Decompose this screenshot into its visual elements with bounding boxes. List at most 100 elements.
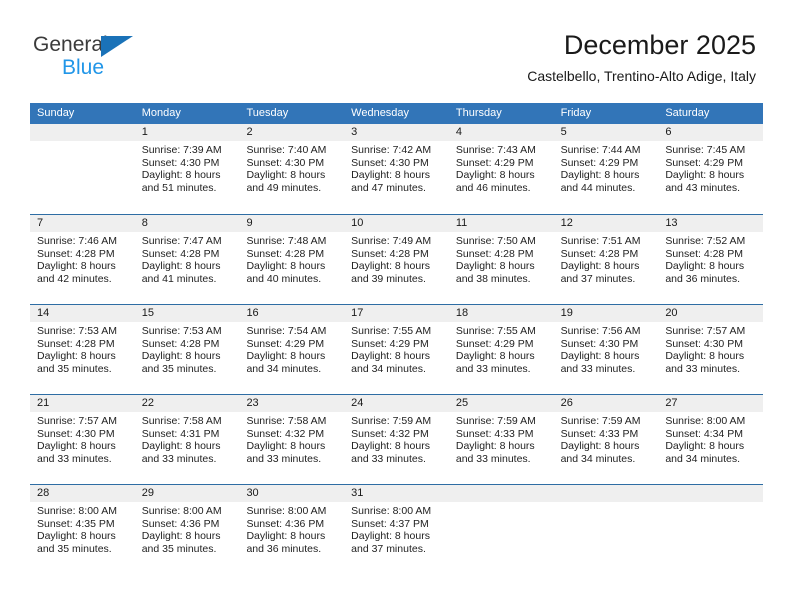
day-detail-lines: Sunrise: 7:53 AM Sunset: 4:28 PM Daylight:… <box>37 325 132 375</box>
calendar-day-cell[interactable]: 29 Sunrise: 8:00 AM Sunset: 4:36 PM Dayligh… <box>135 485 240 574</box>
calendar-day-cell[interactable]: 23 Sunrise: 7:58 AM Sunset: 4:32 PM Dayligh… <box>239 395 344 484</box>
calendar-day-cell[interactable]: 22 Sunrise: 7:58 AM Sunset: 4:31 PM Dayligh… <box>135 395 240 484</box>
calendar-day-cell[interactable]: 16 Sunrise: 7:54 AM Sunset: 4:29 PM Dayligh… <box>239 305 344 394</box>
page-header: General Blue December 2025 Castelbello, … <box>0 0 792 100</box>
day-number <box>37 124 132 141</box>
calendar-day-cell[interactable]: 25 Sunrise: 7:59 AM Sunset: 4:33 PM Dayligh… <box>449 395 554 484</box>
day-number: 16 <box>246 307 259 319</box>
day-detail-line: Sunrise: 7:56 AM <box>560 325 641 337</box>
calendar-day-cell[interactable]: 10 Sunrise: 7:49 AM Sunset: 4:28 PM Dayligh… <box>344 215 449 304</box>
weekday-header-wednesday: Wednesday <box>351 107 410 119</box>
calendar-day-cell[interactable]: 21 Sunrise: 7:57 AM Sunset: 4:30 PM Dayligh… <box>30 395 135 484</box>
calendar-day-cell[interactable]: 20 Sunrise: 7:57 AM Sunset: 4:30 PM Dayligh… <box>658 305 763 394</box>
day-detail-line: Sunset: 4:28 PM <box>455 247 534 260</box>
day-detail-line: Sunrise: 8:00 AM <box>141 505 222 517</box>
calendar-week-cells: 28 Sunrise: 8:00 AM Sunset: 4:35 PM Dayligh… <box>30 485 763 574</box>
day-detail-line: Sunrise: 7:39 AM <box>141 144 222 156</box>
calendar-empty-cell <box>658 485 763 574</box>
calendar-day-cell[interactable]: 13 Sunrise: 7:52 AM Sunset: 4:28 PM Dayligh… <box>658 215 763 304</box>
day-detail-lines: Sunrise: 7:55 AM Sunset: 4:29 PM Daylight:… <box>351 325 446 375</box>
day-detail-line: Sunrise: 7:50 AM <box>455 235 536 247</box>
calendar-day-cell[interactable]: 26 Sunrise: 7:59 AM Sunset: 4:33 PM Dayligh… <box>554 395 659 484</box>
calendar-week-row: 1 Sunrise: 7:39 AM Sunset: 4:30 PM Daylight… <box>30 124 763 214</box>
brand-logo[interactable]: General Blue <box>33 33 223 83</box>
calendar-week-cells: 1 Sunrise: 7:39 AM Sunset: 4:30 PM Daylight… <box>30 124 763 214</box>
day-detail-lines: Sunrise: 7:57 AM Sunset: 4:30 PM Daylight:… <box>37 415 132 465</box>
day-number: 12 <box>560 217 573 229</box>
day-detail-line: Sunrise: 8:00 AM <box>665 415 746 427</box>
day-detail-line: and 36 minutes. <box>665 272 741 285</box>
day-detail-line: Sunrise: 7:59 AM <box>351 415 432 427</box>
day-detail-line: and 33 minutes. <box>141 452 217 465</box>
day-detail-line: Daylight: 8 hours <box>560 440 640 453</box>
day-detail-lines: Sunrise: 7:48 AM Sunset: 4:28 PM Daylight:… <box>246 235 341 285</box>
day-detail-lines: Sunrise: 8:00 AM Sunset: 4:36 PM Daylight:… <box>142 505 237 555</box>
day-detail-lines: Sunrise: 7:53 AM Sunset: 4:28 PM Daylight:… <box>142 325 237 375</box>
day-detail-lines: Sunrise: 7:59 AM Sunset: 4:33 PM Daylight:… <box>456 415 551 465</box>
calendar-week-row: 14 Sunrise: 7:53 AM Sunset: 4:28 PM Dayligh… <box>30 304 763 394</box>
day-detail-line: Sunset: 4:37 PM <box>351 517 429 530</box>
day-detail-line: and 51 minutes. <box>141 181 217 194</box>
calendar-day-cell[interactable]: 6 Sunrise: 7:45 AM Sunset: 4:29 PM Daylight… <box>658 124 763 214</box>
day-detail-line: Sunrise: 7:45 AM <box>665 144 746 156</box>
day-detail-line: Daylight: 8 hours <box>37 350 116 363</box>
day-number: 24 <box>351 397 364 409</box>
calendar-day-cell[interactable]: 31 Sunrise: 8:00 AM Sunset: 4:37 PM Dayligh… <box>344 485 449 574</box>
day-number: 26 <box>560 397 573 409</box>
calendar-day-cell[interactable]: 30 Sunrise: 8:00 AM Sunset: 4:36 PM Dayligh… <box>239 485 344 574</box>
brand-name-general: General <box>33 33 108 56</box>
day-detail-line: Daylight: 8 hours <box>246 169 326 182</box>
day-detail-line: Daylight: 8 hours <box>351 260 430 273</box>
day-detail-lines: Sunrise: 7:46 AM Sunset: 4:28 PM Daylight:… <box>37 235 132 285</box>
calendar-day-cell[interactable]: 3 Sunrise: 7:42 AM Sunset: 4:30 PM Daylight… <box>344 124 449 214</box>
calendar-day-cell[interactable]: 27 Sunrise: 8:00 AM Sunset: 4:34 PM Dayligh… <box>658 395 763 484</box>
day-detail-line: Sunrise: 7:47 AM <box>141 235 222 247</box>
day-number: 23 <box>246 397 259 409</box>
day-detail-lines: Sunrise: 7:58 AM Sunset: 4:32 PM Daylight:… <box>246 415 341 465</box>
day-number: 3 <box>351 126 358 138</box>
calendar-week-cells: 7 Sunrise: 7:46 AM Sunset: 4:28 PM Daylight… <box>30 215 763 304</box>
day-detail-lines: Sunrise: 7:59 AM Sunset: 4:32 PM Daylight:… <box>351 415 446 465</box>
day-number: 7 <box>37 217 44 229</box>
day-detail-line: Sunrise: 7:42 AM <box>351 144 432 156</box>
calendar-day-cell[interactable]: 24 Sunrise: 7:59 AM Sunset: 4:32 PM Dayligh… <box>344 395 449 484</box>
title-block: December 2025 Castelbello, Trentino-Alto… <box>527 29 756 86</box>
day-number: 18 <box>455 307 469 319</box>
calendar-day-cell[interactable]: 14 Sunrise: 7:53 AM Sunset: 4:28 PM Dayligh… <box>30 305 135 394</box>
calendar-day-cell[interactable]: 7 Sunrise: 7:46 AM Sunset: 4:28 PM Daylight… <box>30 215 135 304</box>
day-detail-line: Sunset: 4:29 PM <box>351 337 429 350</box>
calendar-day-cell[interactable]: 8 Sunrise: 7:47 AM Sunset: 4:28 PM Daylight… <box>135 215 240 304</box>
day-detail-line: Sunset: 4:28 PM <box>665 247 743 260</box>
day-detail-line: Sunrise: 8:00 AM <box>351 505 432 517</box>
day-number: 20 <box>665 307 678 319</box>
day-detail-line: Daylight: 8 hours <box>455 260 535 273</box>
calendar-day-cell[interactable]: 28 Sunrise: 8:00 AM Sunset: 4:35 PM Dayligh… <box>30 485 135 574</box>
day-detail-line: Sunrise: 7:49 AM <box>351 235 432 247</box>
day-detail-lines: Sunrise: 7:49 AM Sunset: 4:28 PM Daylight:… <box>351 235 446 285</box>
day-detail-line: and 34 minutes. <box>246 362 322 375</box>
calendar-day-cell[interactable]: 15 Sunrise: 7:53 AM Sunset: 4:28 PM Dayligh… <box>135 305 240 394</box>
day-detail-line: and 36 minutes. <box>246 542 322 555</box>
day-number: 25 <box>455 397 469 409</box>
calendar-day-cell[interactable]: 17 Sunrise: 7:55 AM Sunset: 4:29 PM Dayligh… <box>344 305 449 394</box>
day-detail-line: and 47 minutes. <box>351 181 426 194</box>
day-detail-line: Daylight: 8 hours <box>141 530 221 543</box>
day-detail-line: Daylight: 8 hours <box>560 260 640 273</box>
day-detail-line: Sunset: 4:34 PM <box>665 427 743 440</box>
day-detail-line: Daylight: 8 hours <box>141 350 221 363</box>
calendar-day-cell[interactable]: 11 Sunrise: 7:50 AM Sunset: 4:28 PM Dayligh… <box>449 215 554 304</box>
calendar-day-cell[interactable]: 18 Sunrise: 7:55 AM Sunset: 4:29 PM Dayligh… <box>449 305 554 394</box>
calendar-day-cell[interactable]: 1 Sunrise: 7:39 AM Sunset: 4:30 PM Daylight… <box>135 124 240 214</box>
calendar-day-cell[interactable]: 12 Sunrise: 7:51 AM Sunset: 4:28 PM Dayligh… <box>554 215 659 304</box>
day-detail-line: and 33 minutes. <box>37 452 112 465</box>
weekday-header-friday: Friday <box>560 107 592 119</box>
day-detail-line: Daylight: 8 hours <box>246 350 326 363</box>
calendar-day-cell[interactable]: 5 Sunrise: 7:44 AM Sunset: 4:29 PM Daylight… <box>554 124 659 214</box>
day-detail-line: Sunset: 4:28 PM <box>37 247 115 260</box>
calendar-day-cell[interactable]: 4 Sunrise: 7:43 AM Sunset: 4:29 PM Daylight… <box>449 124 554 214</box>
calendar-day-cell[interactable]: 9 Sunrise: 7:48 AM Sunset: 4:28 PM Daylight… <box>239 215 344 304</box>
day-detail-line: Daylight: 8 hours <box>37 260 116 273</box>
day-detail-line: Daylight: 8 hours <box>351 169 430 182</box>
calendar-day-cell[interactable]: 2 Sunrise: 7:40 AM Sunset: 4:30 PM Daylight… <box>239 124 344 214</box>
calendar-day-cell[interactable]: 19 Sunrise: 7:56 AM Sunset: 4:30 PM Dayligh… <box>554 305 659 394</box>
